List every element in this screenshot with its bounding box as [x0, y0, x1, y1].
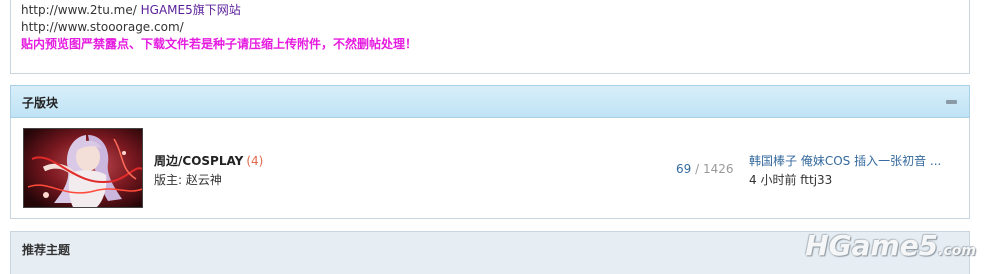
watermark-main: HGame5: [805, 229, 939, 262]
forum-post-count: 1426: [702, 162, 734, 176]
last-post-meta[interactable]: 4 小时前 fttj33: [749, 171, 832, 188]
forum-topic-count: 69: [676, 162, 692, 176]
forum-thumbnail[interactable]: [23, 128, 143, 208]
notice-link-label[interactable]: HGAME5旗下网站: [141, 3, 241, 17]
anime-figure-image: [24, 129, 142, 207]
forum-moderator[interactable]: 版主: 赵云神: [154, 171, 222, 188]
forum-stats-separator: /: [695, 162, 700, 176]
forum-title: 周边/COSPLAY (4): [154, 152, 263, 169]
notice-line-1: http://www.2tu.me/ HGAME5旗下网站: [21, 2, 969, 19]
recommend-section-title: 推荐主题: [22, 243, 71, 257]
watermark-suffix: .com: [938, 243, 976, 259]
site-watermark: HGame5.com: [805, 229, 976, 262]
collapse-icon[interactable]: [946, 100, 957, 104]
subforum-section-header: 子版块: [10, 85, 970, 118]
forum-notice: http://www.2tu.me/ HGAME5旗下网站 http://www…: [10, 0, 970, 74]
forum-new-count: (4): [246, 154, 264, 168]
subforum-section-title: 子版块: [22, 96, 59, 110]
notice-link-stooorage[interactable]: http://www.stooorage.com/: [21, 20, 184, 34]
last-post-link[interactable]: 韩国棒子 俺妹COS 插入一张初音 ...: [749, 152, 941, 169]
notice-line-2: http://www.stooorage.com/: [21, 19, 969, 36]
forum-row: 周边/COSPLAY (4) 版主: 赵云神 69 / 1426 韩国棒子 俺妹C…: [10, 118, 970, 219]
forum-name-link[interactable]: 周边/COSPLAY: [154, 154, 243, 168]
notice-link-2tu[interactable]: http://www.2tu.me/: [21, 3, 137, 17]
forum-stats: 69 / 1426: [676, 162, 734, 176]
notice-warning: 贴内预览图严禁露点、下载文件若是种子请压缩上传附件，不然删帖处理！: [21, 37, 418, 51]
